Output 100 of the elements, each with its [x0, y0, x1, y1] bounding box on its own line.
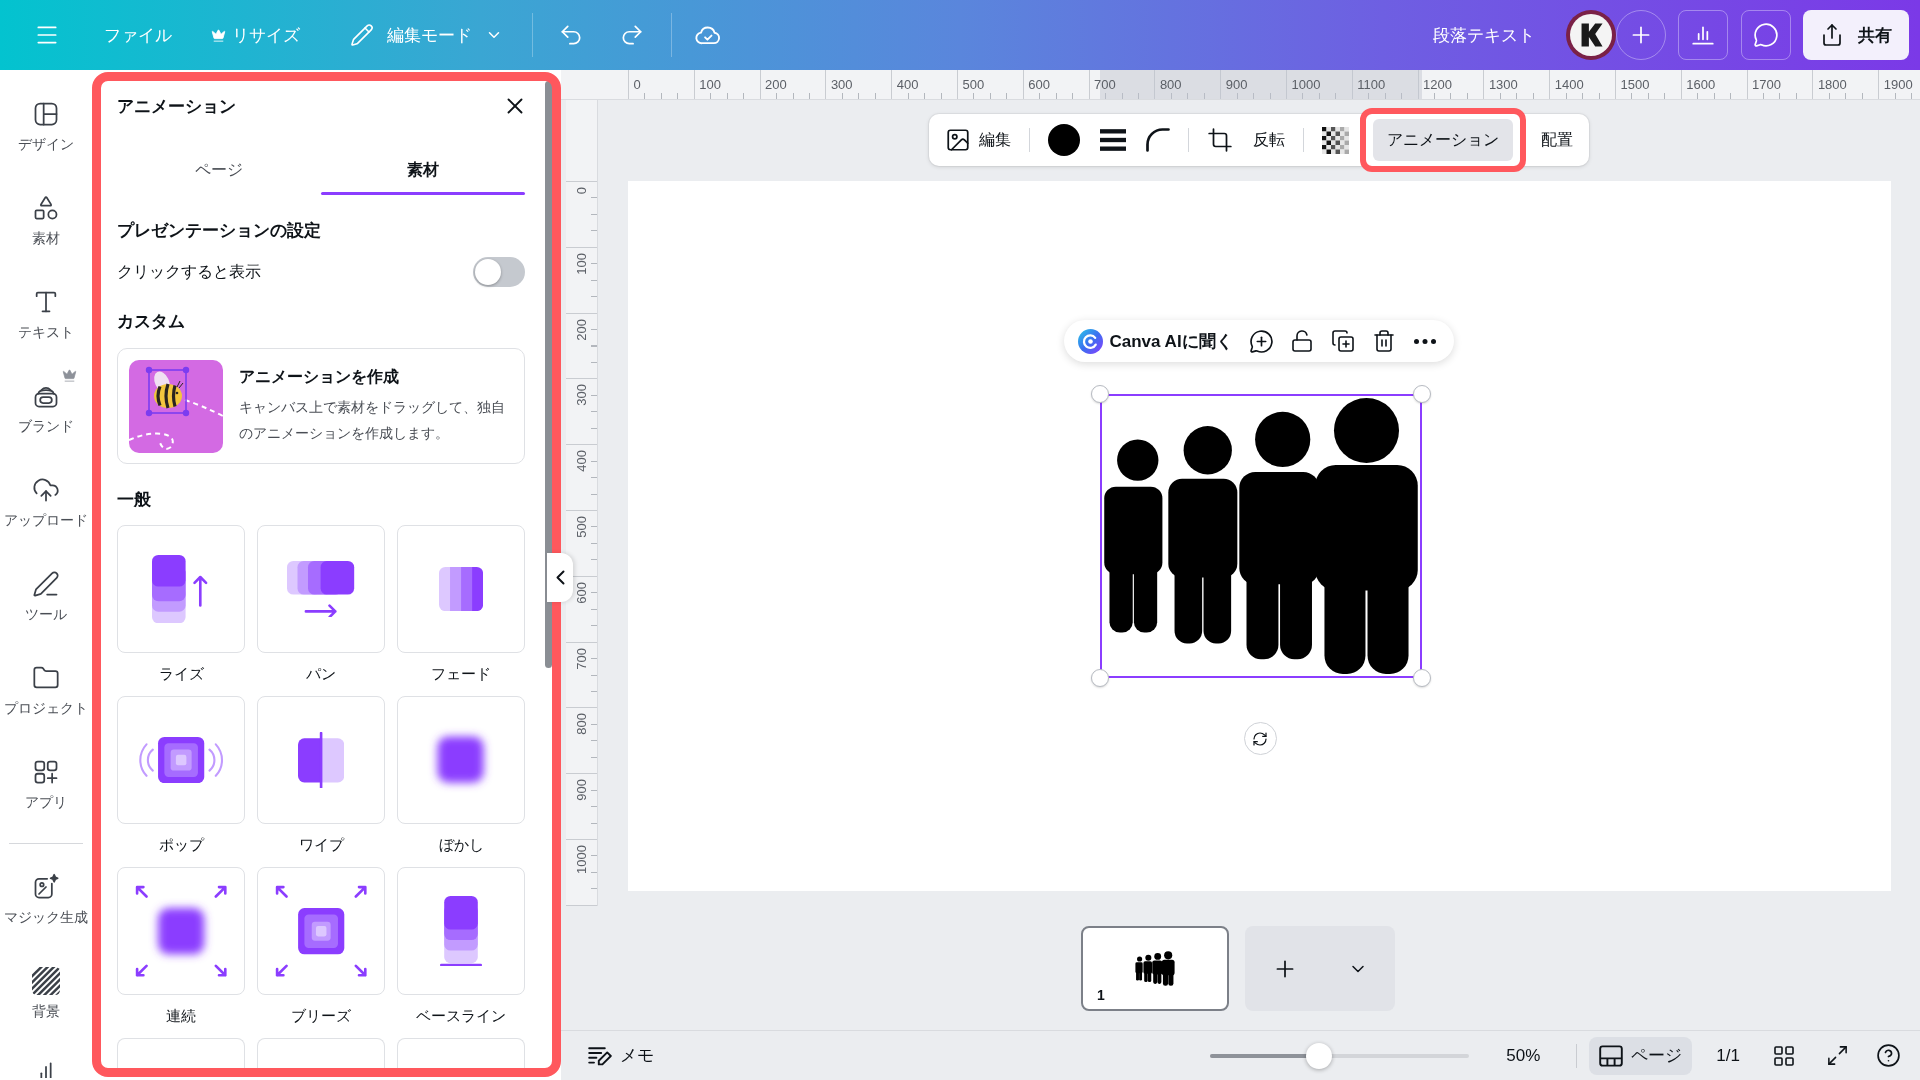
ruler-label: 1200 — [1423, 77, 1452, 92]
invite-button[interactable] — [1616, 10, 1666, 60]
sidebar-item[interactable]: テキスト — [1, 274, 91, 368]
sidebar-item[interactable]: ツール — [1, 556, 91, 650]
sidebar-item[interactable]: ブランド — [1, 368, 91, 462]
animation-option-tile[interactable] — [397, 1038, 525, 1068]
image-icon — [945, 127, 971, 153]
more-icon — [1414, 338, 1437, 344]
rotate-button[interactable] — [1243, 722, 1277, 755]
sidebar-item[interactable]: 素材 — [1, 180, 91, 274]
section-heading: プレゼンテーションの設定 — [117, 220, 322, 242]
resize-handle[interactable] — [1412, 669, 1431, 687]
zoom-slider-thumb[interactable] — [1306, 1042, 1333, 1069]
flip-button[interactable]: 反転 — [1245, 119, 1293, 161]
layout-icon — [32, 100, 60, 128]
collapse-panel-button[interactable] — [547, 553, 573, 602]
toggle-switch[interactable] — [473, 257, 525, 287]
avatar-icon[interactable] — [1566, 10, 1616, 60]
create-animation-card[interactable]: アニメーションを作成 キャンバス上で素材をドラッグして、独自のアニメーションを作成します。 — [117, 348, 525, 464]
ruler-label: 400 — [896, 77, 919, 92]
animation-option-tile[interactable] — [257, 1038, 385, 1068]
notes-pencil-icon — [588, 1044, 612, 1067]
page-thumbnail[interactable]: 1 — [1081, 926, 1229, 1011]
zoom-percentage: 50% — [1506, 1045, 1541, 1066]
stacked-square-line-icon — [440, 895, 482, 967]
edit-image-button[interactable]: 編集 — [937, 119, 1019, 161]
animation-option-tile[interactable] — [397, 525, 525, 653]
half-filled-square-icon — [297, 731, 345, 789]
ruler-label: 800 — [1159, 77, 1182, 92]
rotate-icon — [1252, 730, 1268, 747]
sidebar-item[interactable]: マジック生成 — [1, 859, 91, 953]
animation-option-tile[interactable] — [397, 696, 525, 824]
ruler-label: 500 — [574, 516, 589, 538]
comment-icon — [1753, 22, 1779, 48]
ruler-label: 900 — [574, 779, 589, 801]
animation-option-label: ワイプ — [298, 835, 344, 855]
option-label: クリックすると表示 — [117, 261, 261, 282]
trash-icon — [1372, 329, 1397, 353]
animation-option-label: 連続 — [166, 1006, 196, 1026]
zoom-slider[interactable] — [1210, 1042, 1470, 1069]
sliding-square-icon — [287, 560, 355, 618]
panel-tab[interactable]: ページ — [117, 145, 321, 195]
insights-button[interactable] — [1678, 10, 1728, 60]
ruler-label: 100 — [574, 252, 589, 275]
page-view-button[interactable]: ページ — [1589, 1036, 1693, 1075]
shapes-icon — [32, 194, 60, 222]
animation-option-label: ブリーズ — [291, 1006, 351, 1026]
animate-button[interactable]: アニメーション — [1373, 119, 1513, 161]
animation-option-label: パン — [306, 664, 336, 684]
crop-icon — [1207, 127, 1233, 153]
ruler-label: 1400 — [1554, 77, 1584, 92]
share-button[interactable]: 共有 — [1803, 10, 1909, 60]
ruler-label: 600 — [1028, 77, 1050, 92]
ruler-label: 600 — [574, 581, 589, 604]
animation-option-label: ポップ — [158, 835, 204, 855]
checkerboard-icon — [1322, 126, 1349, 154]
sidebar-item[interactable]: プロジェクト — [1, 650, 91, 744]
cloud-upload-icon — [32, 476, 60, 504]
animation-option-tile[interactable] — [257, 867, 385, 995]
scrollbar-thumb[interactable] — [545, 81, 552, 668]
comment-plus-icon — [1248, 328, 1274, 354]
ruler-label: 1000 — [1291, 77, 1321, 92]
panel-tab[interactable]: 素材 — [321, 145, 525, 195]
notes-button[interactable]: メモ — [588, 1044, 654, 1067]
copy-plus-icon — [1331, 329, 1356, 353]
ruler-label: 200 — [574, 318, 589, 341]
resize-handle[interactable] — [1090, 669, 1109, 687]
resize-handle[interactable] — [1412, 385, 1431, 403]
position-button[interactable]: 配置 — [1533, 119, 1581, 161]
page-layout-icon — [1599, 1044, 1624, 1067]
animation-option-tile[interactable] — [397, 867, 525, 995]
chevron-left-icon — [555, 570, 565, 585]
ruler-label: 700 — [574, 647, 589, 670]
ruler-label: 1800 — [1817, 77, 1847, 92]
animation-option-tile[interactable] — [257, 525, 385, 653]
animation-option-tile[interactable] — [257, 696, 385, 824]
apps-grid-icon — [32, 758, 60, 786]
sidebar-item[interactable]: 背景 — [1, 953, 91, 1047]
ruler-label: 1600 — [1686, 77, 1716, 92]
animation-option-tile[interactable] — [117, 525, 245, 653]
ruler-label: 1500 — [1620, 77, 1650, 92]
lines-icon — [1100, 129, 1126, 151]
share-icon — [1820, 23, 1844, 47]
sidebar-item[interactable]: アップロード — [1, 462, 91, 556]
comments-button[interactable] — [1741, 10, 1791, 60]
selection-frame[interactable] — [1099, 394, 1422, 678]
sidebar-item[interactable]: デザイン — [1, 86, 91, 180]
ruler-label: 300 — [574, 384, 589, 407]
animation-option-tile[interactable] — [117, 867, 245, 995]
panel-title: アニメーション — [117, 95, 236, 118]
sidebar-item[interactable]: アプリ — [1, 744, 91, 838]
animation-option-tile[interactable] — [117, 1038, 245, 1068]
ask-ai-button[interactable]: Canva AIに聞く — [1075, 324, 1239, 358]
pencil-icon — [350, 23, 374, 47]
hatched-square-icon — [32, 967, 60, 995]
ruler-label: 700 — [1094, 77, 1116, 92]
resize-handle[interactable] — [1090, 385, 1109, 403]
animation-option-tile[interactable] — [117, 696, 245, 824]
animation-option-label: ライズ — [158, 664, 204, 684]
nested-square-arrows-icon — [274, 884, 368, 978]
